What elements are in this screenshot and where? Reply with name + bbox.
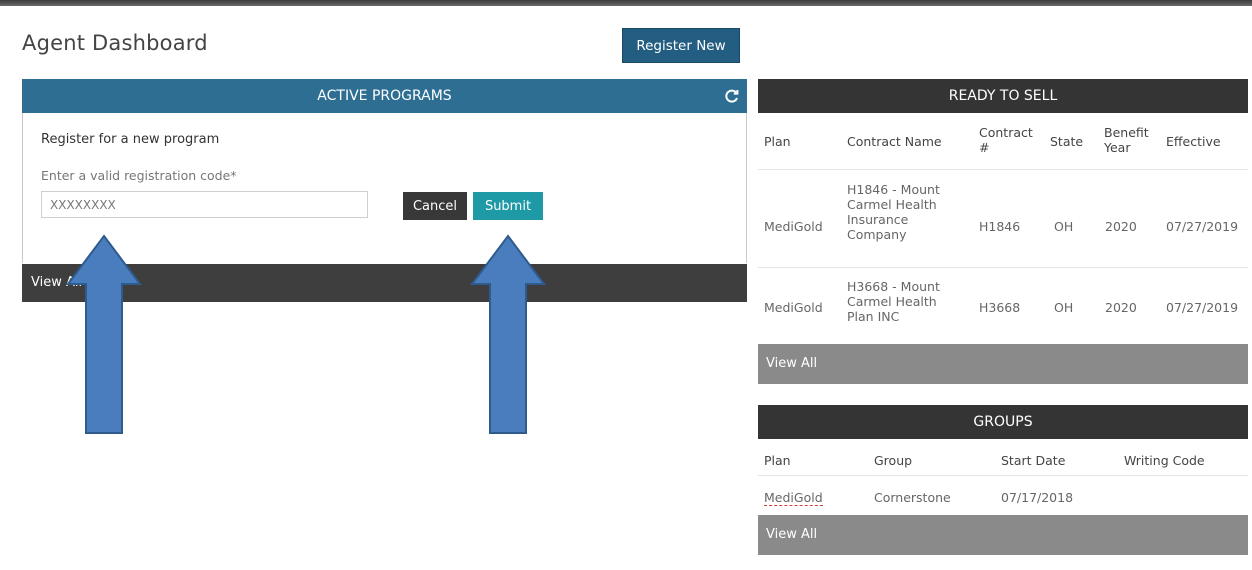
- row1-benefit-year: 2020: [1105, 219, 1137, 234]
- groups-column-header-writing-code: Writing Code: [1124, 453, 1205, 468]
- registration-code-input[interactable]: [41, 191, 368, 218]
- groups-column-header-start-date: Start Date: [1001, 453, 1066, 468]
- register-new-button[interactable]: Register New: [622, 28, 740, 63]
- row2-effective: 07/27/2019: [1166, 300, 1239, 315]
- ready-to-sell-footer: View All: [758, 344, 1248, 384]
- row2-contract-name: H3668 - Mount Carmel Health Plan INC: [847, 279, 940, 324]
- row-divider: [758, 169, 1248, 170]
- groups-row1-group: Cornerstone: [874, 490, 951, 505]
- groups-column-header-plan: Plan: [764, 453, 791, 468]
- groups-title: GROUPS: [973, 414, 1033, 430]
- column-header-contract-num: Contract #: [979, 125, 1033, 155]
- registration-code-label: Enter a valid registration code*: [41, 168, 237, 183]
- row2-plan: MediGold: [764, 300, 823, 315]
- column-header-effective: Effective: [1166, 134, 1221, 149]
- groups-column-header-group: Group: [874, 453, 913, 468]
- groups-header: GROUPS: [758, 405, 1248, 439]
- active-programs-title: ACTIVE PROGRAMS: [317, 88, 452, 104]
- row1-contract-num: H1846: [979, 219, 1021, 234]
- groups-panel: GROUPS Plan Group Start Date Writing Cod…: [758, 405, 1248, 555]
- row2-contract-num: H3668: [979, 300, 1021, 315]
- top-border: [0, 0, 1252, 6]
- up-arrow-icon: [470, 234, 546, 434]
- up-arrow-icon: [66, 234, 142, 434]
- refresh-icon[interactable]: [724, 88, 740, 104]
- page-title: Agent Dashboard: [22, 31, 208, 55]
- column-header-benefit-year: Benefit Year: [1104, 125, 1149, 155]
- row1-contract-name: H1846 - Mount Carmel Health Insurance Co…: [847, 182, 940, 242]
- groups-footer: View All: [758, 515, 1248, 555]
- ready-to-sell-title: READY TO SELL: [948, 88, 1058, 104]
- submit-button[interactable]: Submit: [473, 192, 543, 220]
- groups-row1-start-date: 07/17/2018: [1001, 490, 1074, 505]
- row2-benefit-year: 2020: [1105, 300, 1137, 315]
- row1-state: OH: [1054, 219, 1074, 234]
- cancel-button[interactable]: Cancel: [403, 192, 467, 220]
- ready-to-sell-header: READY TO SELL: [758, 79, 1248, 113]
- row-divider: [758, 267, 1248, 268]
- row1-plan: MediGold: [764, 219, 823, 234]
- active-programs-header: ACTIVE PROGRAMS: [22, 79, 747, 113]
- groups-row1-plan: MediGold: [764, 490, 823, 506]
- column-header-state: State: [1050, 134, 1084, 149]
- row2-state: OH: [1054, 300, 1074, 315]
- ready-to-sell-view-all-link[interactable]: View All: [766, 356, 817, 371]
- groups-view-all-link[interactable]: View All: [766, 527, 817, 542]
- column-header-plan: Plan: [764, 134, 791, 149]
- row-divider: [758, 475, 1248, 476]
- ready-to-sell-panel: READY TO SELL Plan Contract Name Contrac…: [758, 79, 1248, 384]
- row1-effective: 07/27/2019: [1166, 219, 1239, 234]
- register-program-label: Register for a new program: [41, 132, 220, 147]
- column-header-contract-name: Contract Name: [847, 134, 942, 149]
